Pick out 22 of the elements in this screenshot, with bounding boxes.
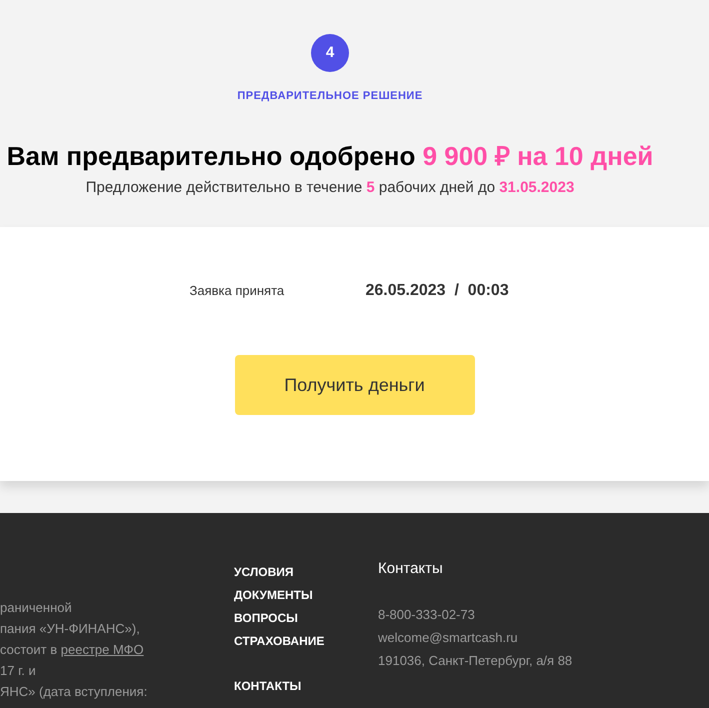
- application-label: Заявка принята: [190, 282, 286, 300]
- footer-nav-link[interactable]: КОНТАКТЫ: [234, 675, 378, 698]
- email-address: welcome@smartcash.ru: [378, 629, 519, 647]
- phone-number: 8-800-333-02-73: [378, 606, 476, 624]
- company-info-text: состоит в реестре МФО: [0, 641, 145, 659]
- step-label: ПРЕДВАРИТЕЛЬНОЕ РЕШЕНИЕ: [237, 89, 423, 104]
- application-datetime: 26.05.2023 / 00:03: [366, 281, 509, 301]
- footer-nav-link[interactable]: УСЛОВИЯ: [234, 561, 378, 584]
- step-number: 4: [311, 34, 349, 72]
- get-money-button[interactable]: Получить деньги: [234, 355, 474, 415]
- postal-address: 191036, Санкт-Петербург, а/я 88: [378, 652, 572, 670]
- footer-nav-link[interactable]: СТРАХОВАНИЕ: [234, 630, 378, 653]
- company-info-text: ЯНС» (дата вступления:: [0, 683, 148, 701]
- company-info-text: 17 г. и: [0, 662, 37, 680]
- company-info-text: пания «УН-ФИНАНС»),: [0, 620, 141, 638]
- offer-validity-text: Предложение действительно в течение 5 рабочих дней до 31.05.2023: [86, 178, 574, 198]
- approval-headline: Вам предварительно одобрено 9 900 ₽ на 10 дней: [6, 140, 654, 170]
- footer-nav-link[interactable]: ВОПРОСЫ: [234, 607, 378, 630]
- mfo-registry-link[interactable]: реестре МФО: [60, 642, 144, 657]
- contacts-title: Контакты: [378, 559, 444, 579]
- footer-nav-link[interactable]: ДОКУМЕНТЫ: [234, 584, 378, 607]
- company-info-text: раниченной: [0, 599, 73, 617]
